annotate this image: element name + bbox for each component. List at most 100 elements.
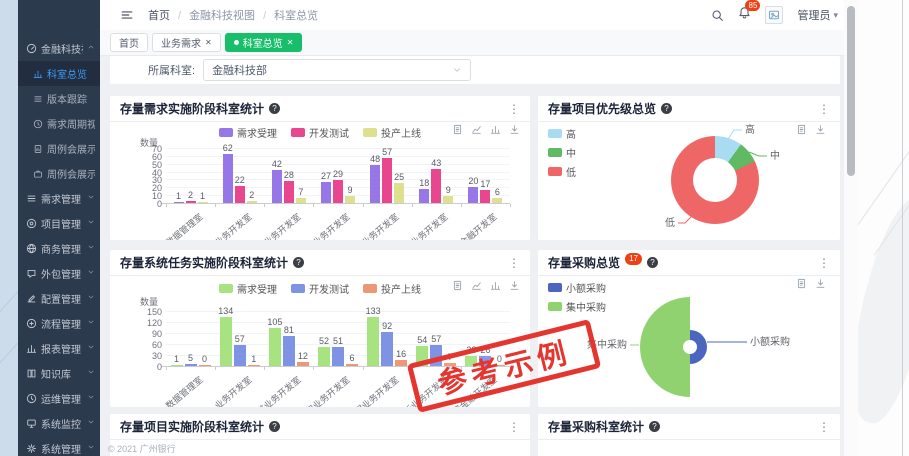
legend-item[interactable]: 投产上线 xyxy=(363,125,421,140)
download-icon[interactable] xyxy=(509,280,520,291)
data-view-icon[interactable] xyxy=(452,280,463,291)
sidebar-group-8[interactable]: 知识库 xyxy=(18,361,100,386)
avatar[interactable] xyxy=(765,6,783,24)
bar-开发测试[interactable] xyxy=(235,186,245,203)
legend-item[interactable]: 中 xyxy=(548,145,576,160)
data-view-icon[interactable] xyxy=(452,124,463,135)
download-icon[interactable] xyxy=(815,278,826,289)
bar-chart-icon[interactable] xyxy=(490,280,501,291)
bar-投产上线[interactable] xyxy=(248,365,260,367)
bar-投产上线[interactable] xyxy=(346,364,358,366)
tab-close-icon[interactable] xyxy=(205,37,212,48)
line-chart-icon[interactable] xyxy=(471,280,482,291)
more-menu-icon[interactable] xyxy=(508,256,520,270)
help-icon[interactable] xyxy=(269,421,280,432)
bar-投产上线[interactable] xyxy=(492,198,502,203)
more-menu-icon[interactable] xyxy=(508,420,520,434)
download-icon[interactable] xyxy=(815,124,826,135)
notifications-button[interactable]: 85 xyxy=(738,6,751,24)
bar-需求受理[interactable] xyxy=(419,189,429,203)
bar-需求受理[interactable] xyxy=(318,347,330,366)
user-menu[interactable]: 管理员 xyxy=(797,7,838,23)
bar-开发测试[interactable] xyxy=(333,180,343,203)
bar-需求受理[interactable] xyxy=(223,154,233,203)
sidebar-group-5[interactable]: 配置管理 xyxy=(18,286,100,311)
bar-需求受理[interactable] xyxy=(171,365,183,367)
sidebar-group-4[interactable]: 外包管理 xyxy=(18,261,100,286)
bar-chart-icon[interactable] xyxy=(490,124,501,135)
bar-开发测试[interactable] xyxy=(381,332,393,366)
bar-开发测试[interactable] xyxy=(480,190,490,203)
bar-需求受理[interactable] xyxy=(468,187,478,203)
tab-close-icon[interactable] xyxy=(287,37,294,48)
department-select[interactable]: 金融科技部 xyxy=(203,59,471,81)
bar-开发测试[interactable] xyxy=(186,201,196,203)
bar-需求受理[interactable] xyxy=(370,165,380,203)
collapse-menu-icon[interactable] xyxy=(120,8,134,22)
legend-item[interactable]: 需求受理 xyxy=(219,125,277,140)
more-menu-icon[interactable] xyxy=(508,102,520,116)
sidebar-group-0[interactable]: 金融科技视图 xyxy=(18,36,100,61)
bar-投产上线[interactable] xyxy=(296,198,306,204)
data-view-icon[interactable] xyxy=(796,278,807,289)
bar-投产上线[interactable] xyxy=(247,201,257,203)
bar-投产上线[interactable] xyxy=(199,365,211,366)
sidebar-group-1[interactable]: 需求管理 xyxy=(18,186,100,211)
bar-投产上线[interactable] xyxy=(394,183,404,203)
sidebar-item-0-3[interactable]: 周例会展示报表-项目 xyxy=(18,136,100,161)
legend-item[interactable]: 需求受理 xyxy=(219,281,277,296)
sidebar-group-9[interactable]: 运维管理 xyxy=(18,386,100,411)
breadcrumb-item-0[interactable]: 首页 xyxy=(148,7,170,23)
bar-投产上线[interactable] xyxy=(297,362,309,366)
tab-2[interactable]: 科室总览 xyxy=(225,33,303,52)
line-chart-icon[interactable] xyxy=(471,124,482,135)
breadcrumb-item-2[interactable]: 科室总览 xyxy=(255,7,318,23)
legend-item[interactable]: 投产上线 xyxy=(363,281,421,296)
tab-1[interactable]: 业务需求 xyxy=(152,33,221,52)
help-icon[interactable] xyxy=(647,257,658,268)
bar-需求受理[interactable] xyxy=(321,182,331,203)
sidebar-group-6[interactable]: 流程管理 xyxy=(18,311,100,336)
more-menu-icon[interactable] xyxy=(818,256,830,270)
help-icon[interactable] xyxy=(649,421,660,432)
sidebar-group-2[interactable]: 项目管理 xyxy=(18,211,100,236)
help-icon[interactable] xyxy=(661,103,672,114)
legend-item[interactable]: 低 xyxy=(548,164,576,179)
bar-投产上线[interactable] xyxy=(443,196,453,203)
bar-需求受理[interactable] xyxy=(174,202,184,204)
bar-开发测试[interactable] xyxy=(284,181,294,203)
legend-item[interactable]: 集中采购 xyxy=(548,299,606,314)
legend-item[interactable]: 小额采购 xyxy=(548,280,606,295)
legend-item[interactable]: 开发测试 xyxy=(291,125,349,140)
scrollbar-thumb[interactable] xyxy=(847,6,855,176)
bar-需求受理[interactable] xyxy=(269,328,281,367)
bar-投产上线[interactable] xyxy=(198,202,208,204)
sidebar-group-11[interactable]: 系统管理 xyxy=(18,436,100,456)
sidebar-item-0-1[interactable]: 版本跟踪 xyxy=(18,86,100,111)
sidebar-item-0-4[interactable]: 周例会展示报表-采购 xyxy=(18,161,100,186)
bar-投产上线[interactable] xyxy=(395,360,407,366)
bar-需求受理[interactable] xyxy=(220,317,232,366)
legend-item[interactable]: 开发测试 xyxy=(291,281,349,296)
bar-开发测试[interactable] xyxy=(283,336,295,366)
bar-开发测试[interactable] xyxy=(185,364,197,366)
sidebar-item-0-0[interactable]: 科室总览 xyxy=(18,61,100,86)
more-menu-icon[interactable] xyxy=(818,102,830,116)
help-icon[interactable] xyxy=(293,257,304,268)
bar-开发测试[interactable] xyxy=(382,158,392,203)
sidebar-group-3[interactable]: 商务管理 xyxy=(18,236,100,261)
sidebar-item-0-2[interactable]: 需求周期视图 xyxy=(18,111,100,136)
bar-开发测试[interactable] xyxy=(234,345,246,366)
sidebar-group-10[interactable]: 系统监控 xyxy=(18,411,100,436)
breadcrumb-item-1[interactable]: 金融科技视图 xyxy=(170,7,255,23)
data-view-icon[interactable] xyxy=(796,124,807,135)
bar-开发测试[interactable] xyxy=(332,347,344,366)
legend-item[interactable]: 高 xyxy=(548,126,576,141)
bar-需求受理[interactable] xyxy=(367,317,379,366)
bar-开发测试[interactable] xyxy=(431,169,441,203)
download-icon[interactable] xyxy=(509,124,520,135)
bar-需求受理[interactable] xyxy=(272,170,282,203)
help-icon[interactable] xyxy=(269,103,280,114)
tab-0[interactable]: 首页 xyxy=(110,33,148,52)
more-menu-icon[interactable] xyxy=(818,420,830,434)
